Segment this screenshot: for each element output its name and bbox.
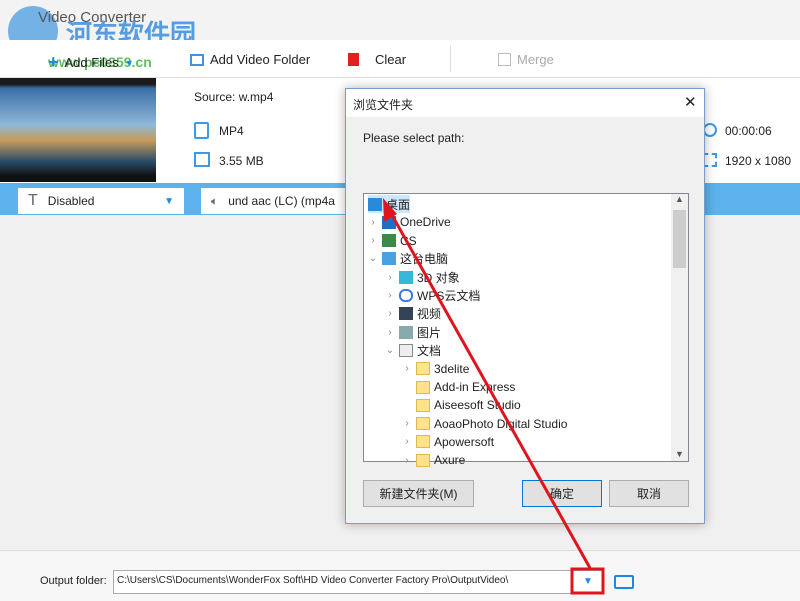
annotation-overlay	[383, 198, 605, 595]
annotation-arrow	[386, 207, 592, 569]
annotation-box	[570, 567, 605, 595]
